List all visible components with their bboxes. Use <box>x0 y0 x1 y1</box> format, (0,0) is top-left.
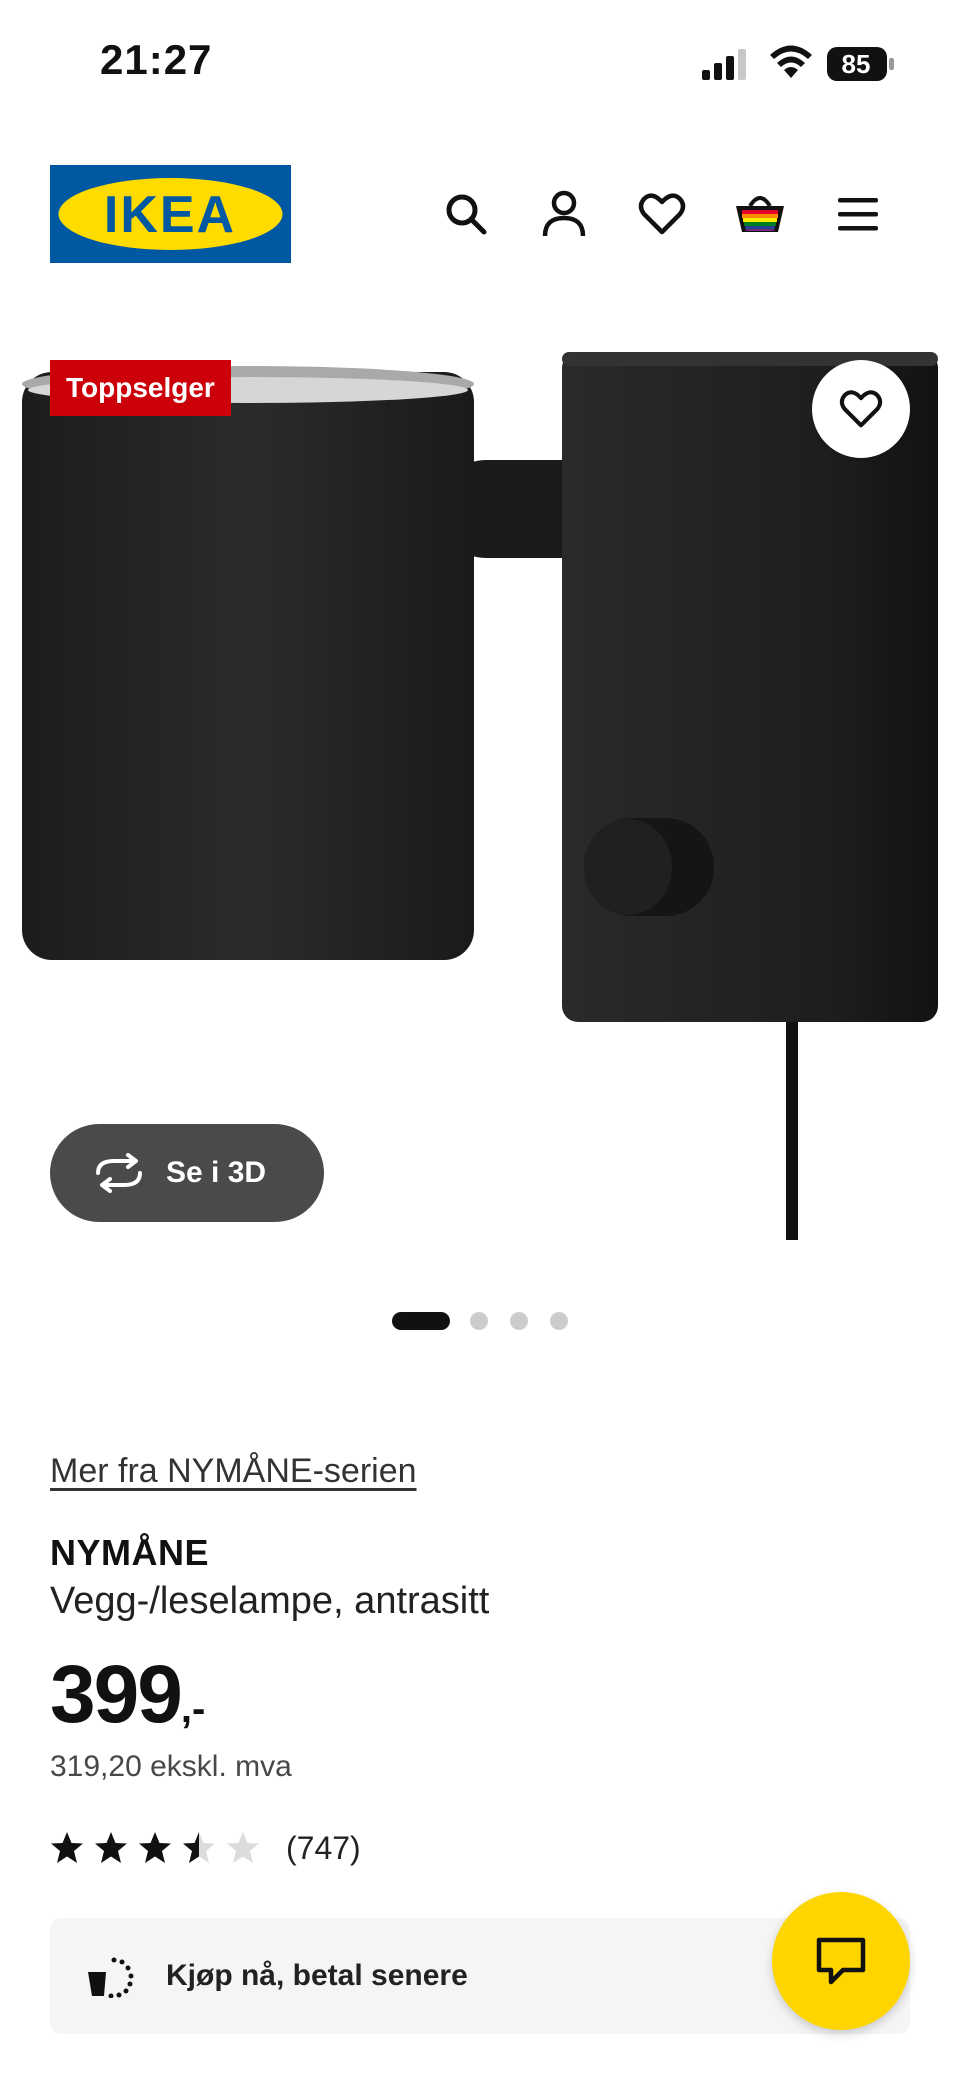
account-icon <box>542 190 586 237</box>
menu-icon <box>838 198 878 231</box>
product-name: NYMÅNE <box>50 1532 210 1573</box>
basket-button[interactable] <box>732 186 788 242</box>
view-3d-label: Se i 3D <box>166 1156 267 1189</box>
carousel-dot-2[interactable] <box>470 1312 488 1330</box>
carousel-dot-3[interactable] <box>510 1312 528 1330</box>
search-icon <box>446 194 487 235</box>
product-description: Vegg-/leselampe, antrasitt <box>50 1580 490 1622</box>
heart-icon <box>839 390 883 428</box>
chat-button[interactable] <box>772 1892 910 2030</box>
series-link[interactable]: Mer fra NYMÅNE-serien <box>50 1452 417 1491</box>
price-excl-vat: 319,20 ekskl. mva <box>50 1750 292 1783</box>
header: IKEA <box>0 150 960 270</box>
rating[interactable]: (747) <box>50 1826 361 1870</box>
wishlist-button[interactable] <box>634 186 690 242</box>
pay-later-icon <box>88 1957 134 1998</box>
rating-count: (747) <box>286 1829 361 1866</box>
product-image-gallery[interactable]: Toppselger Se i 3D <box>0 300 960 1260</box>
carousel-dot-4[interactable] <box>550 1312 568 1330</box>
chat-icon <box>816 1937 866 1985</box>
star-full-icon <box>139 1832 171 1863</box>
status-bar: 21:27 85 <box>0 0 960 120</box>
topseller-badge: Toppselger <box>50 360 231 416</box>
price-suffix: ,- <box>180 1687 206 1731</box>
battery-level: 85 <box>841 49 871 79</box>
product-price: 399,- <box>50 1648 205 1742</box>
rotate-3d-icon <box>96 1153 142 1193</box>
star-half-icon <box>183 1832 215 1863</box>
logo-text: IKEA <box>104 186 236 244</box>
star-empty-icon <box>227 1832 259 1863</box>
heart-icon <box>638 193 686 235</box>
basket-icon <box>736 196 784 232</box>
bnpl-label: Kjøp nå, betal senere <box>166 1959 468 1992</box>
signal-icon <box>702 49 746 80</box>
status-time: 21:27 <box>100 36 213 83</box>
wifi-icon <box>770 45 812 78</box>
carousel-dot-1[interactable] <box>392 1312 450 1330</box>
product-image <box>22 352 938 1240</box>
search-button[interactable] <box>438 186 494 242</box>
star-full-icon <box>51 1832 83 1863</box>
carousel-indicator <box>0 1310 960 1334</box>
account-button[interactable] <box>536 186 592 242</box>
price-value: 399 <box>50 1649 183 1740</box>
battery-icon: 85 <box>826 46 896 82</box>
ikea-logo[interactable]: IKEA <box>50 165 291 263</box>
star-full-icon <box>95 1832 127 1863</box>
view-3d-button[interactable]: Se i 3D <box>50 1124 324 1222</box>
favorite-button[interactable] <box>812 360 910 458</box>
menu-button[interactable] <box>830 186 886 242</box>
